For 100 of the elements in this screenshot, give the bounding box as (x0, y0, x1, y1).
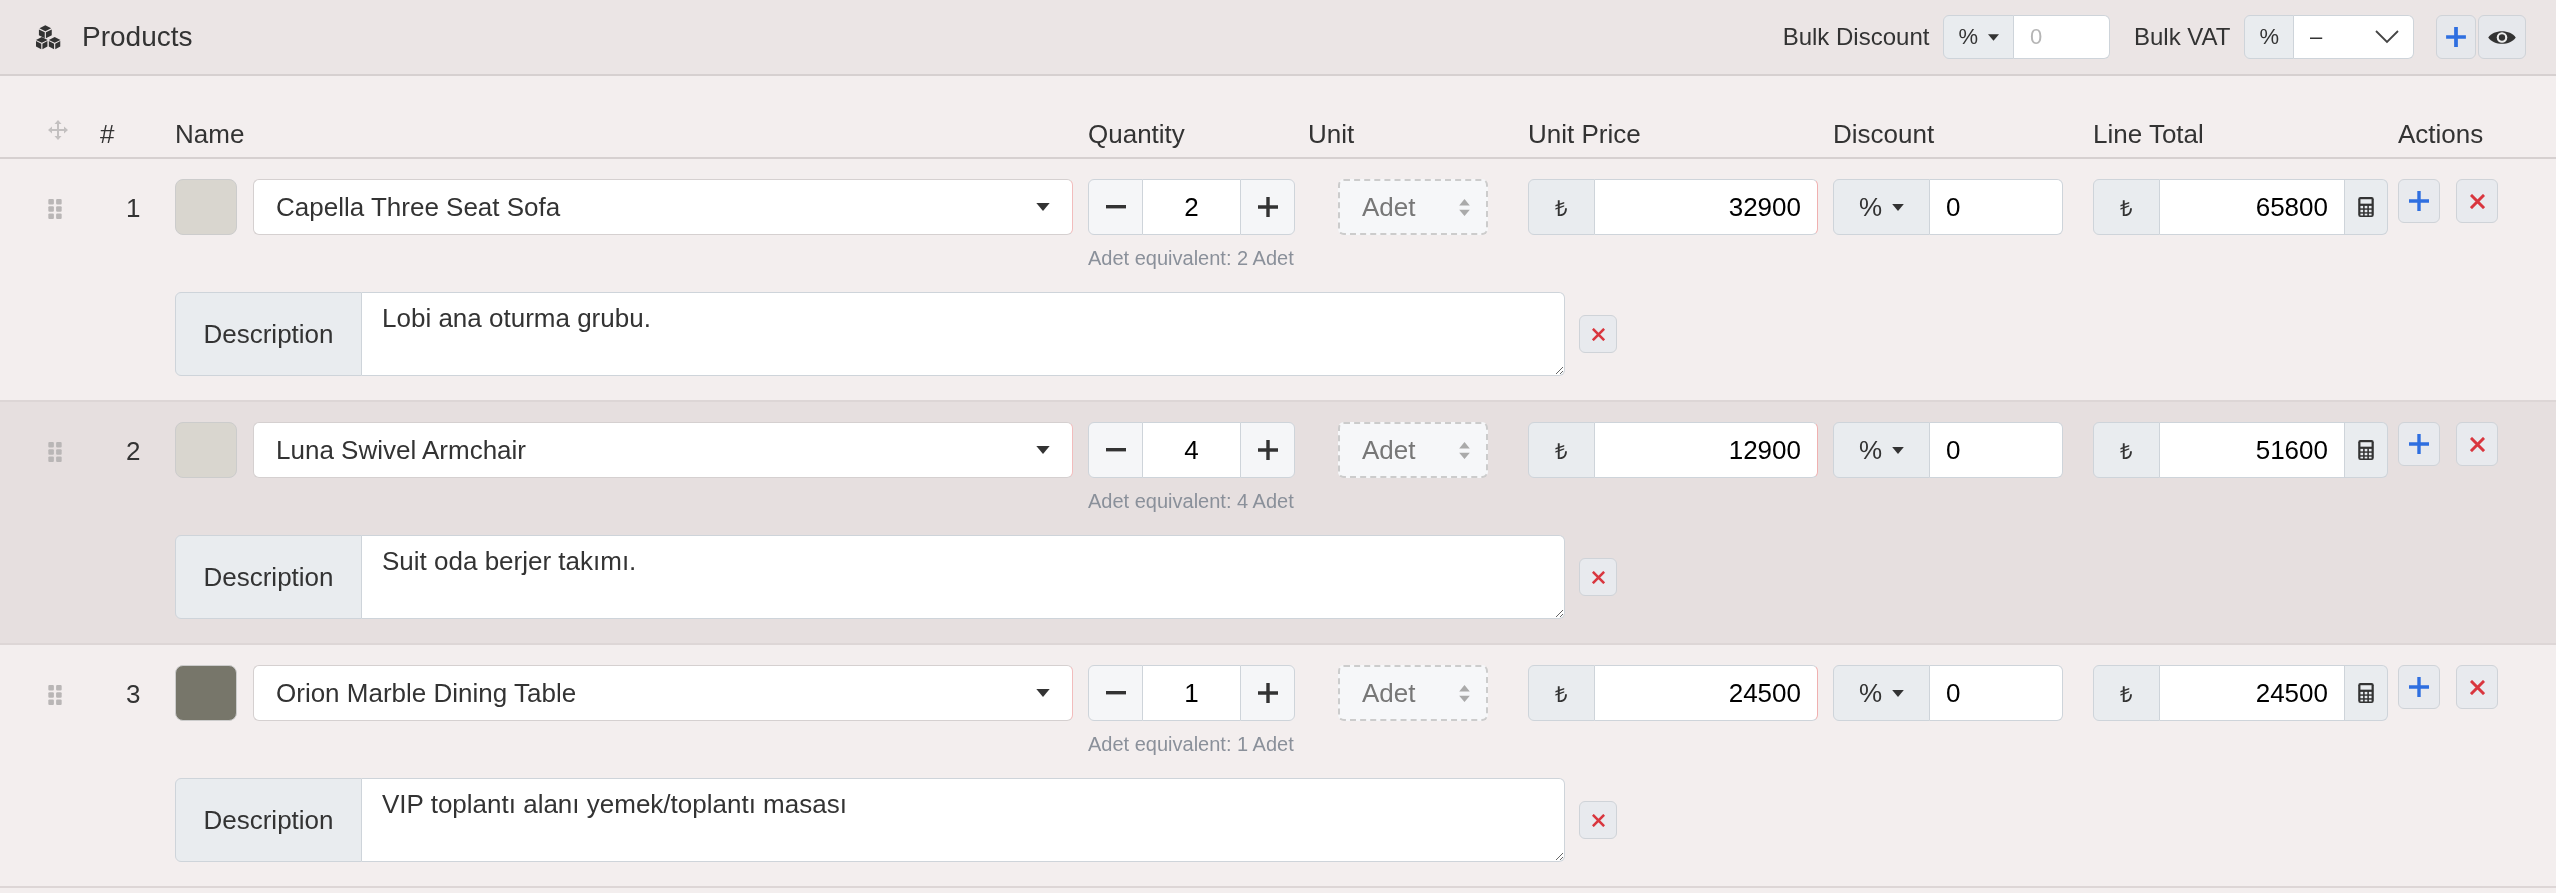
product-select[interactable]: Capella Three Seat Sofa (253, 179, 1073, 235)
caret-icon (1987, 33, 1999, 41)
card-title: Products (82, 21, 193, 53)
currency-addon: ₺ (2093, 422, 2160, 478)
sort-arrows-icon (1459, 441, 1470, 459)
close-icon (1591, 570, 1605, 584)
product-select[interactable]: Orion Marble Dining Table (253, 665, 1073, 721)
row-number: 1 (125, 192, 142, 224)
delete-row-button[interactable] (2456, 422, 2498, 466)
delete-row-button[interactable] (2456, 179, 2498, 223)
preview-button[interactable] (2478, 15, 2526, 59)
unit-equivalent-note: Adet equivalent: 2 Adet (1088, 247, 1295, 270)
discount-type-dropdown[interactable]: % (1833, 665, 1930, 721)
row-number: 3 (125, 678, 142, 710)
description-field[interactable]: Suit oda berjer takımı. (362, 535, 1565, 619)
plus-icon (2409, 434, 2429, 454)
bulk-discount-field[interactable]: 0 (2013, 15, 2110, 59)
increase-button[interactable] (1240, 422, 1295, 478)
discount-type-dropdown[interactable]: % (1833, 179, 1930, 235)
description-label: Description (175, 535, 362, 619)
plus-icon (1257, 440, 1278, 460)
calculator-button[interactable] (2345, 665, 2388, 721)
currency-addon: ₺ (2093, 665, 2160, 721)
delete-row-button[interactable] (2456, 665, 2498, 709)
quantity-field[interactable]: 2 (1143, 179, 1240, 235)
discount-type-dropdown[interactable]: % (1833, 422, 1930, 478)
close-icon (2469, 193, 2485, 209)
unit-equivalent-note: Adet equivalent: 4 Adet (1088, 490, 1295, 513)
add-row-button[interactable] (2398, 665, 2440, 709)
plus-icon (2445, 26, 2467, 48)
drag-handle-icon[interactable] (48, 442, 62, 462)
calculator-icon (2358, 440, 2374, 460)
sort-arrows-icon (1459, 684, 1470, 702)
description-field[interactable]: Lobi ana oturma grubu. (362, 292, 1565, 376)
unit-select[interactable]: Adet (1338, 665, 1488, 721)
caret-icon (1892, 203, 1905, 211)
calculator-icon (2358, 197, 2374, 217)
decrease-button[interactable] (1088, 665, 1143, 721)
drag-handle-icon[interactable] (48, 685, 62, 705)
close-icon (2469, 436, 2485, 452)
minus-icon (1105, 448, 1126, 452)
line-total-field[interactable]: 24500 (2160, 665, 2345, 721)
minus-icon (1105, 691, 1126, 695)
increase-button[interactable] (1240, 665, 1295, 721)
unit-price-field[interactable]: 12900 (1595, 422, 1818, 478)
add-row-button[interactable] (2398, 422, 2440, 466)
discount-field[interactable]: 0 (1930, 422, 2063, 478)
caret-icon (1036, 689, 1050, 697)
caret-icon (1036, 203, 1050, 211)
bulk-vat-select[interactable]: – (2294, 15, 2414, 59)
plus-icon (2409, 191, 2429, 211)
currency-addon: ₺ (1528, 179, 1595, 235)
description-field[interactable]: VIP toplantı alanı yemek/toplantı masası (362, 778, 1565, 862)
add-button[interactable] (2436, 15, 2476, 59)
calculator-button[interactable] (2345, 179, 2388, 235)
quantity-field[interactable]: 4 (1143, 422, 1240, 478)
close-icon (2469, 679, 2485, 695)
unit-select[interactable]: Adet (1338, 179, 1488, 235)
photo-placeholder (175, 179, 237, 235)
line-total-field[interactable]: 65800 (2160, 179, 2345, 235)
unit-equivalent-note: Adet equivalent: 1 Adet (1088, 733, 1295, 756)
column-header: Unit (1308, 118, 1355, 151)
caret-icon (1892, 446, 1905, 454)
caret-icon (1036, 446, 1050, 454)
column-header: Quantity (1088, 118, 1185, 151)
unit-price-field[interactable]: 24500 (1595, 665, 1818, 721)
currency-addon: ₺ (1528, 665, 1595, 721)
column-header: Actions (2398, 118, 2484, 151)
bulk-discount-label: Bulk Discount (1782, 23, 1930, 51)
description-label: Description (175, 778, 362, 862)
decrease-button[interactable] (1088, 179, 1143, 235)
close-icon (1591, 813, 1605, 827)
decrease-button[interactable] (1088, 422, 1143, 478)
photo-placeholder (175, 422, 237, 478)
plus-icon (2409, 677, 2429, 697)
description-label: Description (175, 292, 362, 376)
percent-addon: % (2244, 15, 2294, 59)
photo-placeholder (175, 665, 237, 721)
remove-description-button[interactable] (1579, 315, 1617, 353)
currency-addon: ₺ (1528, 422, 1595, 478)
discount-field[interactable]: 0 (1930, 665, 2063, 721)
remove-description-button[interactable] (1579, 801, 1617, 839)
increase-button[interactable] (1240, 179, 1295, 235)
drag-handle-icon[interactable] (48, 199, 62, 219)
column-header: # (100, 118, 115, 151)
plus-icon (1257, 197, 1278, 217)
chevron-down-icon (2375, 30, 2399, 44)
discount-field[interactable]: 0 (1930, 179, 2063, 235)
product-select[interactable]: Luna Swivel Armchair (253, 422, 1073, 478)
unit-price-field[interactable]: 32900 (1595, 179, 1818, 235)
add-row-button[interactable] (2398, 179, 2440, 223)
line-total-field[interactable]: 51600 (2160, 422, 2345, 478)
currency-addon: ₺ (2093, 179, 2160, 235)
unit-select[interactable]: Adet (1338, 422, 1488, 478)
quantity-field[interactable]: 1 (1143, 665, 1240, 721)
column-header: Unit Price (1528, 118, 1641, 151)
remove-description-button[interactable] (1579, 558, 1617, 596)
discount-type-dropdown[interactable]: % (1943, 15, 2014, 59)
calculator-button[interactable] (2345, 422, 2388, 478)
caret-icon (1892, 689, 1905, 697)
